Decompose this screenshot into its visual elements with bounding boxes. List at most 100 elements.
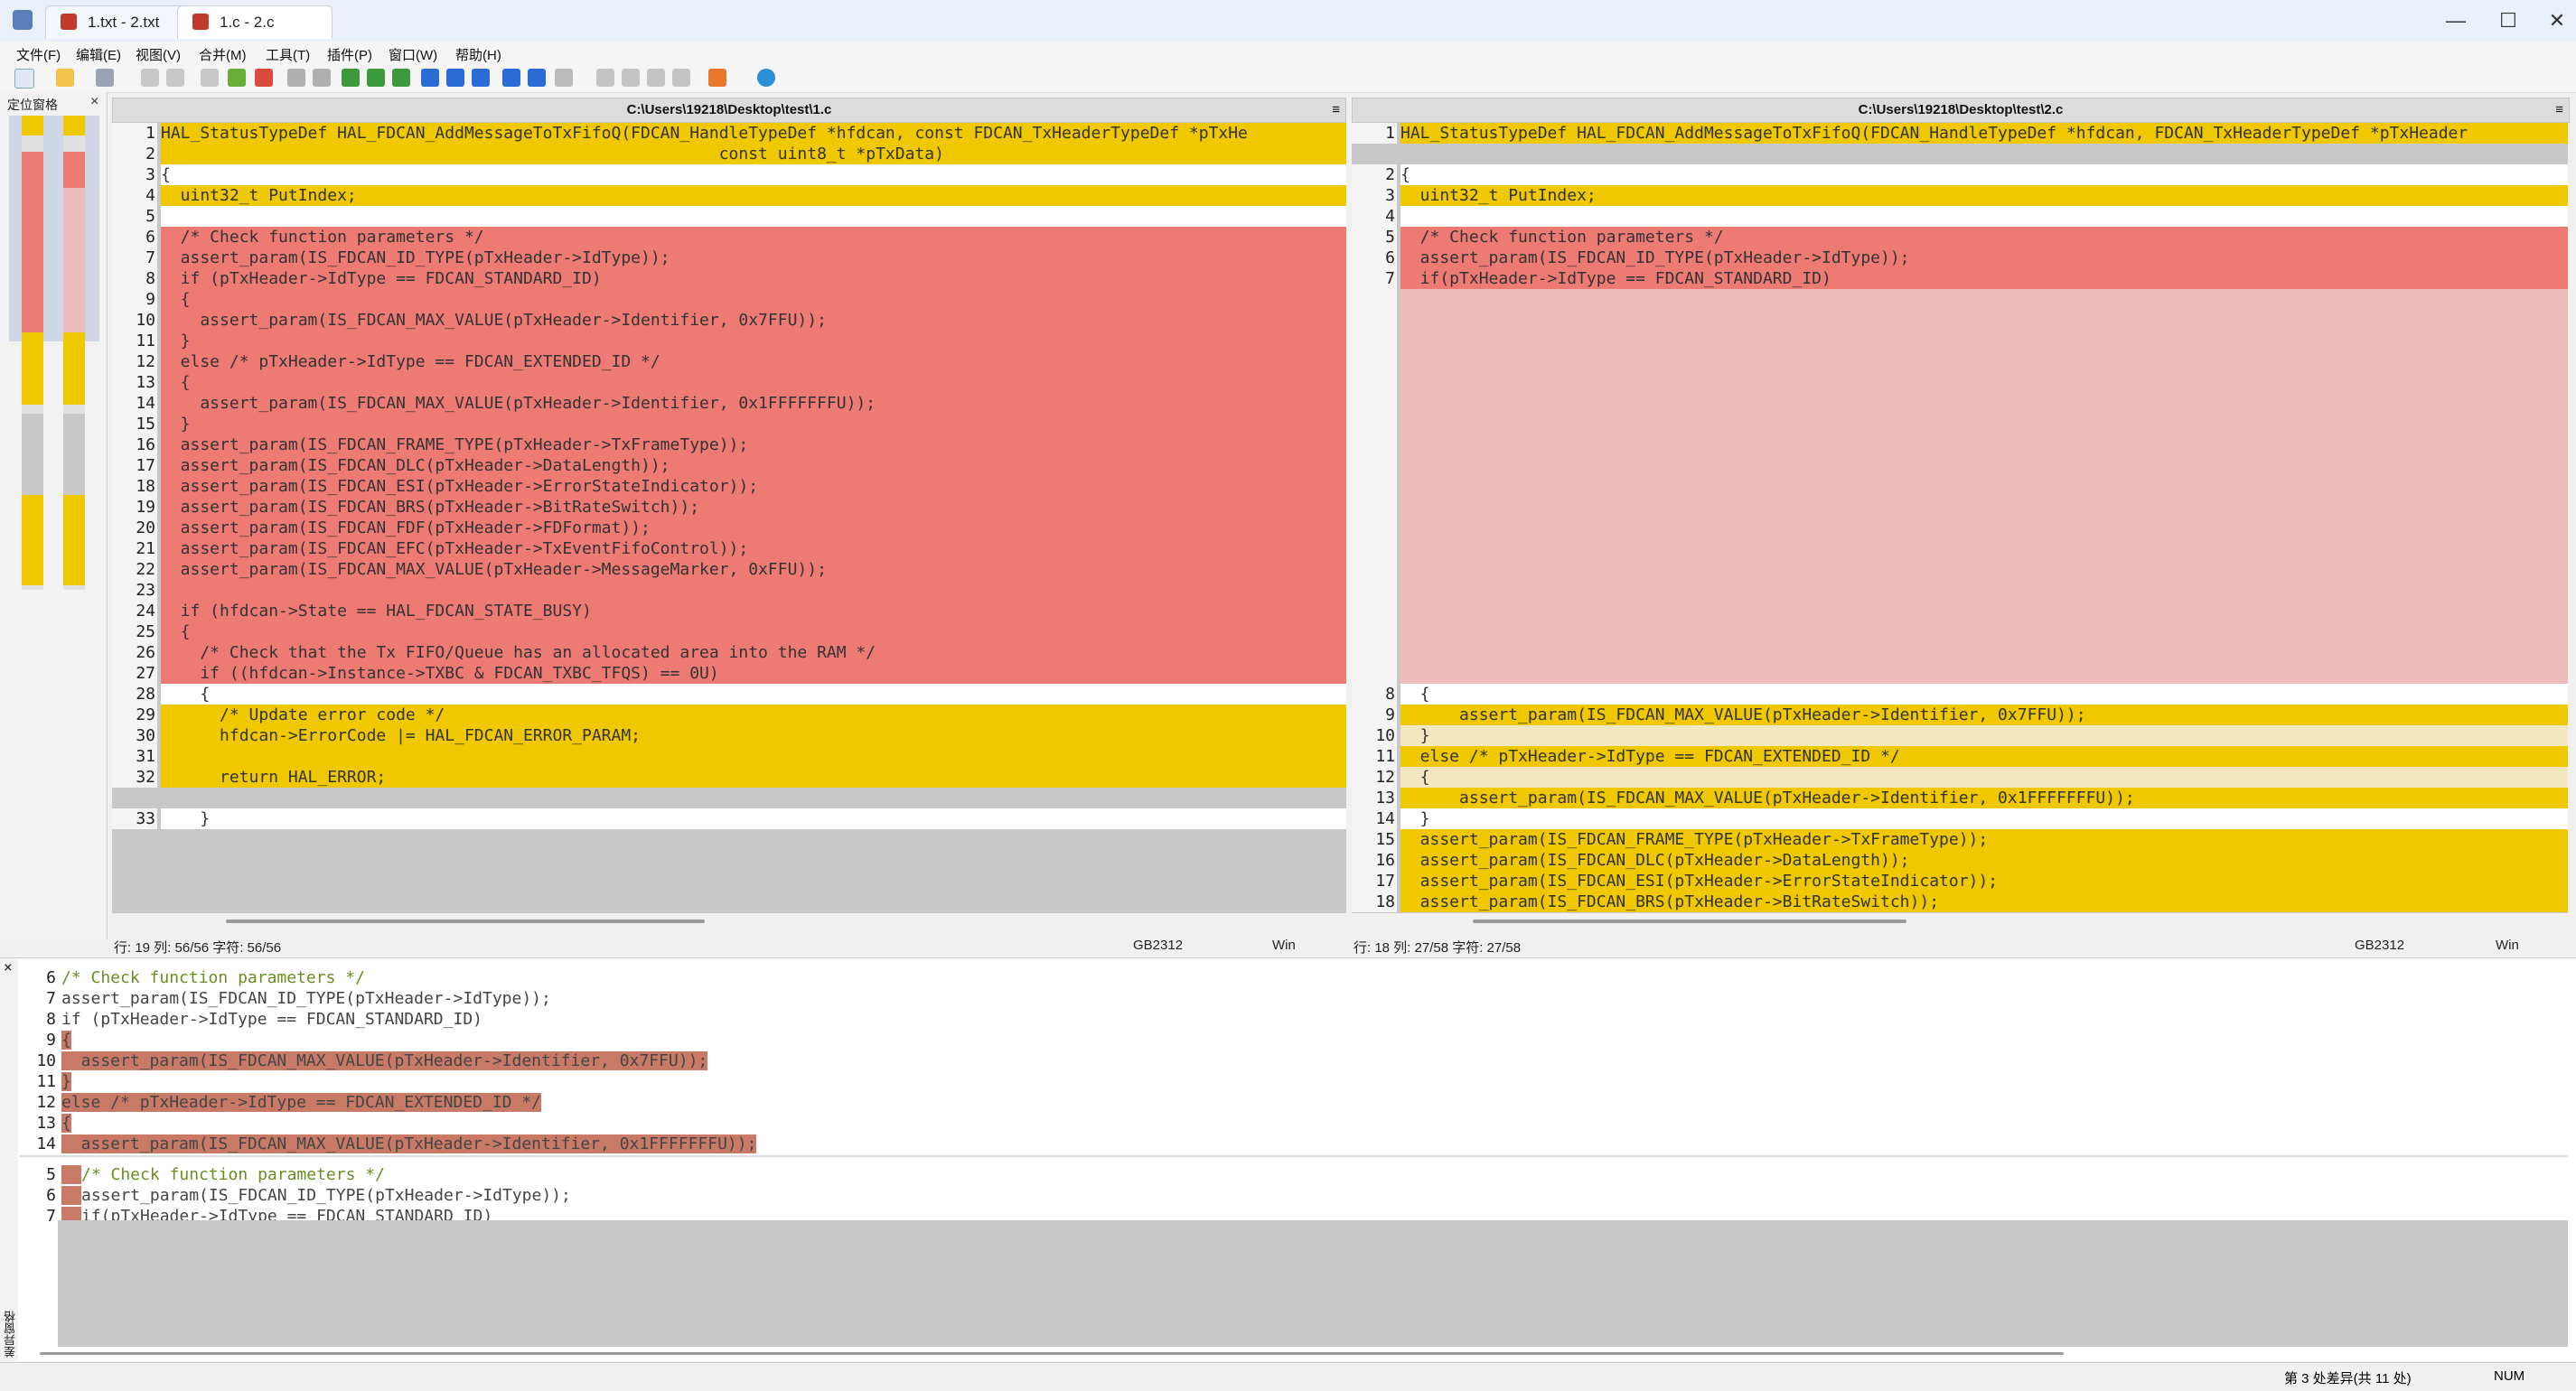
code-line[interactable]: 13 assert_param(IS_FDCAN_MAX_VALUE(pTxHe… (1352, 788, 2568, 808)
code-line[interactable] (1352, 414, 2568, 434)
close-button[interactable]: ✕ (2530, 5, 2576, 36)
code-line[interactable]: 6 /* Check function parameters */ (112, 227, 1346, 247)
code-line[interactable] (1352, 310, 2568, 331)
code-line[interactable]: 15 assert_param(IS_FDCAN_FRAME_TYPE(pTxH… (1352, 829, 2568, 850)
code-line[interactable]: 19 assert_param(IS_FDCAN_BRS(pTxHeader->… (112, 497, 1346, 518)
code-line[interactable] (1352, 434, 2568, 455)
diff-line[interactable]: 6 /* Check function parameters */ (20, 967, 365, 988)
right-encoding[interactable]: GB2312 (2355, 938, 2404, 953)
menu-tools[interactable]: 工具(T) (266, 45, 310, 64)
last-diff-icon[interactable] (313, 69, 331, 87)
diff-line[interactable]: 9{ (20, 1030, 71, 1050)
right-editor[interactable]: 1 HAL_StatusTypeDef HAL_FDCAN_AddMessageT… (1352, 123, 2568, 913)
code-line[interactable] (1352, 642, 2568, 663)
locator-close-button[interactable]: × (90, 94, 98, 110)
redo-icon[interactable] (166, 69, 184, 87)
prev-diff-icon[interactable] (255, 69, 273, 87)
code-line[interactable]: 7 if(pTxHeader->IdType == FDCAN_STANDARD… (1352, 268, 2568, 289)
code-line[interactable] (1352, 393, 2568, 414)
left-hscrollbar[interactable] (226, 920, 705, 923)
code-line[interactable]: 16 assert_param(IS_FDCAN_FRAME_TYPE(pTxH… (112, 434, 1346, 455)
left-encoding[interactable]: GB2312 (1133, 938, 1183, 953)
code-line[interactable]: 3{ (112, 164, 1346, 185)
code-line[interactable]: 4 (1352, 206, 2568, 227)
nav-next-icon[interactable] (647, 69, 665, 87)
diff-line[interactable]: 5 /* Check function parameters */ (20, 1164, 385, 1185)
code-line[interactable] (1352, 331, 2568, 351)
menu-help[interactable]: 帮助(H) (455, 45, 501, 64)
left-pane-menu-icon[interactable]: ≡ (1332, 98, 1340, 122)
code-line[interactable]: 7 assert_param(IS_FDCAN_ID_TYPE(pTxHeade… (112, 247, 1346, 268)
code-line[interactable] (1352, 518, 2568, 538)
code-line[interactable]: 11 } (112, 331, 1346, 351)
code-line[interactable]: 2 const uint8_t *pTxData) (112, 144, 1346, 164)
code-line[interactable]: 14 assert_param(IS_FDCAN_MAX_VALUE(pTxHe… (112, 393, 1346, 414)
diff-line[interactable]: 14 assert_param(IS_FDCAN_MAX_VALUE(pTxHe… (20, 1134, 757, 1154)
code-line[interactable] (1352, 601, 2568, 621)
code-line[interactable]: 32 return HAL_ERROR; (112, 767, 1346, 788)
code-line[interactable]: 17 assert_param(IS_FDCAN_ESI(pTxHeader->… (1352, 871, 2568, 892)
menu-merge[interactable]: 合并(M) (199, 45, 247, 64)
move-right-icon[interactable] (421, 69, 439, 87)
code-line[interactable]: 26 /* Check that the Tx FIFO/Queue has a… (112, 642, 1346, 663)
menu-window[interactable]: 窗口(W) (389, 45, 437, 64)
code-line[interactable]: 13 { (112, 372, 1346, 393)
move-left-icon[interactable] (446, 69, 464, 87)
code-line[interactable]: 5 (112, 206, 1346, 227)
code-line[interactable]: 29 /* Update error code */ (112, 705, 1346, 725)
code-line[interactable] (1352, 476, 2568, 497)
nav-prev-icon[interactable] (622, 69, 640, 87)
next-diff-icon[interactable] (228, 69, 246, 87)
code-line[interactable]: 22 assert_param(IS_FDCAN_MAX_VALUE(pTxHe… (112, 559, 1346, 580)
menu-view[interactable]: 视图(V) (136, 45, 181, 64)
diff-line[interactable]: 10 assert_param(IS_FDCAN_MAX_VALUE(pTxHe… (20, 1050, 708, 1071)
undo-icon[interactable] (141, 69, 159, 87)
diff-line[interactable]: 11} (20, 1071, 71, 1092)
menu-plugins[interactable]: 插件(P) (327, 45, 372, 64)
code-line[interactable]: 18 assert_param(IS_FDCAN_ESI(pTxHeader->… (112, 476, 1346, 497)
cut-icon[interactable] (201, 69, 219, 87)
code-line[interactable]: 10 } (1352, 725, 2568, 746)
menu-edit[interactable]: 编辑(E) (76, 45, 121, 64)
diff-line[interactable]: 13 { (20, 1113, 71, 1134)
code-line[interactable]: 9 { (112, 289, 1346, 310)
code-line[interactable]: 33 } (112, 808, 1346, 829)
diff-line[interactable]: 6 assert_param(IS_FDCAN_ID_TYPE(pTxHeader… (20, 1185, 571, 1206)
code-line[interactable]: 25 { (112, 621, 1346, 642)
left-editor[interactable]: 1 HAL_StatusTypeDef HAL_FDCAN_AddMessageT… (112, 123, 1346, 913)
menu-file[interactable]: 文件(F) (16, 45, 61, 64)
left-eol[interactable]: Win (1272, 938, 1296, 953)
open-folder-icon[interactable] (56, 69, 74, 87)
code-line[interactable]: 11 else /* pTxHeader->IdType == FDCAN_EX… (1352, 746, 2568, 767)
code-line[interactable] (1352, 621, 2568, 642)
code-line[interactable]: 30 hfdcan->ErrorCode |= HAL_FDCAN_ERROR_… (112, 725, 1346, 746)
code-line[interactable]: 6 assert_param(IS_FDCAN_ID_TYPE(pTxHeade… (1352, 247, 2568, 268)
diff-pane-close-button[interactable]: × (4, 958, 13, 976)
code-line[interactable]: 3 uint32_t PutIndex; (1352, 185, 2568, 206)
code-line[interactable] (1352, 289, 2568, 310)
code-line[interactable]: 27 if ((hfdcan->Instance->TXBC & FDCAN_T… (112, 663, 1346, 684)
code-line[interactable]: 8 { (1352, 684, 2568, 705)
code-line[interactable]: 1 HAL_StatusTypeDef HAL_FDCAN_AddMessageT… (1352, 123, 2568, 144)
code-line[interactable]: 18 assert_param(IS_FDCAN_BRS(pTxHeader->… (1352, 892, 2568, 912)
new-file-icon[interactable] (14, 69, 34, 89)
options-icon[interactable] (708, 69, 726, 87)
nav-last-icon[interactable] (672, 69, 690, 87)
code-line[interactable] (1352, 497, 2568, 518)
merge-icon[interactable] (472, 69, 490, 87)
code-line[interactable] (1352, 372, 2568, 393)
code-line[interactable] (1352, 455, 2568, 476)
refresh-icon[interactable] (757, 69, 775, 87)
code-line[interactable] (1352, 663, 2568, 684)
code-line[interactable]: 21 assert_param(IS_FDCAN_EFC(pTxHeader->… (112, 538, 1346, 559)
minimize-button[interactable]: — (2429, 5, 2483, 36)
diff-hscrollbar[interactable] (40, 1352, 2064, 1355)
code-line[interactable]: 9 assert_param(IS_FDCAN_MAX_VALUE(pTxHea… (1352, 705, 2568, 725)
right-hscrollbar[interactable] (1473, 920, 1906, 923)
code-line[interactable]: 17 assert_param(IS_FDCAN_DLC(pTxHeader->… (112, 455, 1346, 476)
diff-line[interactable]: 7 assert_param(IS_FDCAN_ID_TYPE(pTxHeader… (20, 988, 551, 1009)
nav-first-icon[interactable] (596, 69, 614, 87)
sync-icon[interactable] (555, 69, 573, 87)
code-line[interactable]: 31 (112, 746, 1346, 767)
right-pane-menu-icon[interactable]: ≡ (2555, 98, 2563, 122)
